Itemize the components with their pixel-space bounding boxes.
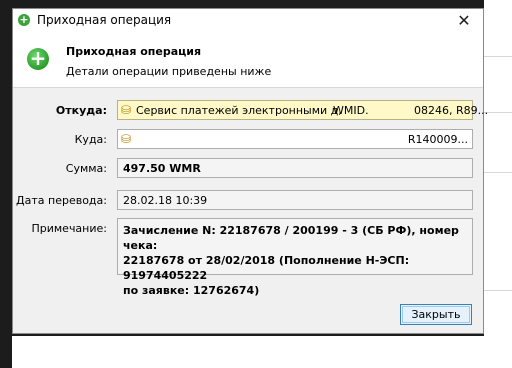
from-name: Сервис платежей электронными д, [136, 104, 342, 117]
wallet-icon: ⛁ [121, 132, 132, 146]
background-app-panel [484, 0, 512, 368]
note-value: Зачисление N: 22187678 / 200199 - 3 (СБ … [123, 224, 459, 297]
plus-circle-icon: + [27, 48, 49, 70]
from-wmid: WMID. [333, 104, 369, 117]
wallet-icon: ⛁ [121, 103, 132, 117]
date-field[interactable]: 28.02.18 10:39 [117, 190, 473, 210]
amount-label: Сумма: [65, 162, 107, 175]
header-title: Приходная операция [66, 45, 202, 58]
date-value: 28.02.18 10:39 [123, 194, 208, 207]
background-app-bottom [12, 336, 512, 368]
from-label: Откуда: [55, 104, 107, 117]
title-bar: + Приходная операция ✕ [13, 9, 483, 33]
to-label: Куда: [74, 133, 107, 146]
note-field[interactable]: Зачисление N: 22187678 / 200199 - 3 (СБ … [117, 218, 473, 297]
operation-dialog: + Приходная операция ✕ + Приходная опера… [12, 8, 488, 334]
amount-value: 497.50 WMR [123, 162, 201, 175]
background-left [0, 0, 12, 368]
amount-field[interactable]: 497.50 WMR [117, 158, 473, 178]
dialog-header: + Приходная операция Детали операции при… [13, 33, 483, 88]
to-purse: R140009... [407, 133, 468, 146]
from-purse: 08246, R89... [414, 104, 489, 117]
header-subtitle: Детали операции приведены ниже [66, 65, 272, 78]
plus-circle-icon: + [18, 13, 30, 26]
to-field[interactable]: ⛁ R140009... [117, 129, 473, 149]
from-field[interactable]: ⛁ Сервис платежей электронными д, WMID. … [117, 100, 488, 120]
window-title: Приходная операция [37, 13, 172, 27]
close-icon[interactable]: ✕ [449, 10, 479, 32]
note-label: Примечание: [31, 222, 107, 235]
date-label: Дата перевода: [16, 194, 107, 207]
close-button[interactable]: Закрыть [400, 304, 472, 325]
